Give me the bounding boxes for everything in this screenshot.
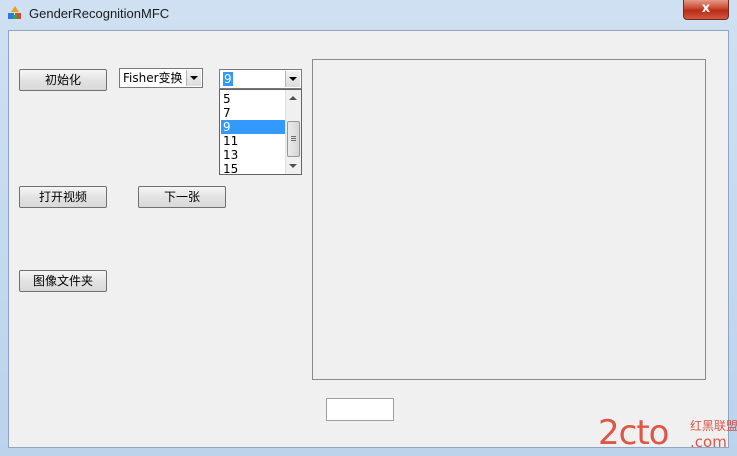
list-item[interactable]: 7 [221,106,285,120]
app-icon [8,6,21,19]
size-combo-value: 9 [223,72,233,86]
scroll-up-icon[interactable] [289,96,297,100]
svg-text:.com: .com [690,433,727,450]
chevron-down-icon[interactable] [285,71,300,87]
list-item-selected[interactable]: 9 [221,120,285,134]
result-text-field[interactable] [326,398,394,421]
list-item[interactable]: 5 [221,92,285,106]
init-button[interactable]: 初始化 [19,69,107,91]
next-image-button[interactable]: 下一张 [138,186,226,208]
image-display-panel [312,59,706,380]
window-title: GenderRecognitionMFC [29,6,170,21]
watermark-logo: 2cto 红黑联盟 .com [598,413,737,450]
image-folder-button[interactable]: 图像文件夹 [19,270,107,292]
title-bar[interactable]: GenderRecognitionMFC x [0,0,737,28]
vertical-scrollbar[interactable] [285,90,301,174]
size-dropdown-list[interactable]: 5 7 9 11 13 15 [219,89,302,175]
svg-text:红黑联盟: 红黑联盟 [690,418,737,433]
size-combo[interactable]: 9 [219,69,302,89]
close-button[interactable]: x [683,0,729,20]
chevron-down-icon[interactable] [186,70,201,86]
method-combo-value: Fisher变换 [123,71,183,85]
method-combo[interactable]: Fisher变换 [119,68,203,88]
scrollbar-thumb[interactable] [287,121,300,157]
main-window: GenderRecognitionMFC x 初始化 Fisher变换 9 5 … [0,0,737,456]
list-item[interactable]: 15 [221,162,285,174]
svg-text:2cto: 2cto [598,413,668,450]
open-video-button[interactable]: 打开视频 [19,186,107,208]
list-item[interactable]: 13 [221,148,285,162]
list-item[interactable]: 11 [221,134,285,148]
scroll-down-icon[interactable] [289,164,297,168]
